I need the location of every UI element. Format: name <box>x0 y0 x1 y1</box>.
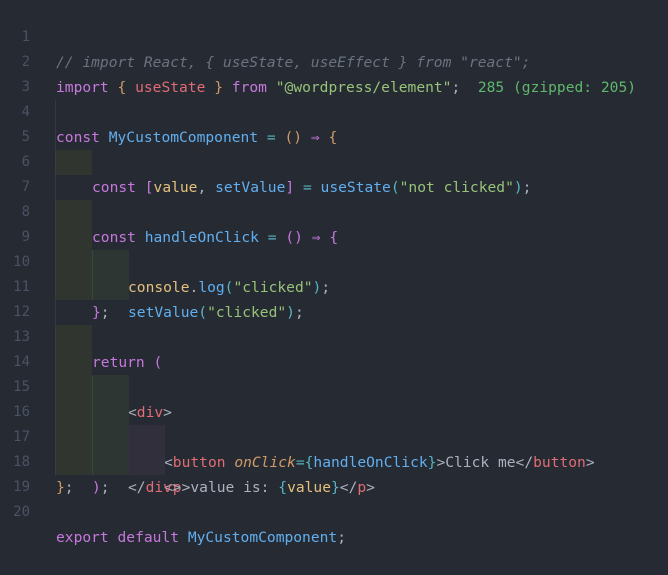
code-line-5[interactable]: 5 const [value, setValue] = useState("no… <box>0 100 668 196</box>
code-line-3[interactable]: 3 <box>0 50 668 95</box>
code-line-18[interactable]: 18 }; <box>0 425 668 496</box>
code-line-13[interactable]: 13 <div> <box>0 300 668 421</box>
code-line-7[interactable]: 7 const handleOnClick = () ⇒ { <box>0 150 668 246</box>
code-line-10[interactable]: 10 }; <box>0 225 668 321</box>
code-line-4[interactable]: 4 const MyCustomComponent = () ⇒ { <box>0 75 668 146</box>
line-number: 20 <box>13 504 30 520</box>
code-line-15[interactable]: 15 <p>value is: {value}</p> <box>0 350 668 496</box>
code-line-6[interactable]: 6 <box>0 125 668 170</box>
code-line-9[interactable]: 9 setValue("clicked"); <box>0 200 668 321</box>
code-line-11[interactable]: 11 <box>0 250 668 295</box>
code-line-1[interactable]: 1 // import React, { useState, useEffect… <box>0 0 668 71</box>
semicolon: ; <box>337 529 346 546</box>
code-line-17[interactable]: 17 ); <box>0 400 668 496</box>
code-line-14[interactable]: 14 <button onClick={handleOnClick}>Click… <box>0 325 668 471</box>
code-editor[interactable]: 1 // import React, { useState, useEffect… <box>0 0 668 546</box>
identifier: MyCustomComponent <box>187 529 338 546</box>
code-line-8[interactable]: 8 console.log("clicked"); <box>0 175 668 296</box>
line-content: export default MyCustomComponent; <box>56 525 346 550</box>
code-line-2[interactable]: 2 import { useState } from "@wordpress/e… <box>0 25 668 96</box>
code-line-16[interactable]: 16 </div> <box>0 375 668 496</box>
code-line-19[interactable]: 19 <box>0 450 668 495</box>
code-line-12[interactable]: 12 return ( <box>0 275 668 371</box>
keyword: export <box>56 529 109 546</box>
keyword: default <box>117 529 180 546</box>
code-line-20[interactable]: 20 export default MyCustomComponent; <box>0 475 668 546</box>
